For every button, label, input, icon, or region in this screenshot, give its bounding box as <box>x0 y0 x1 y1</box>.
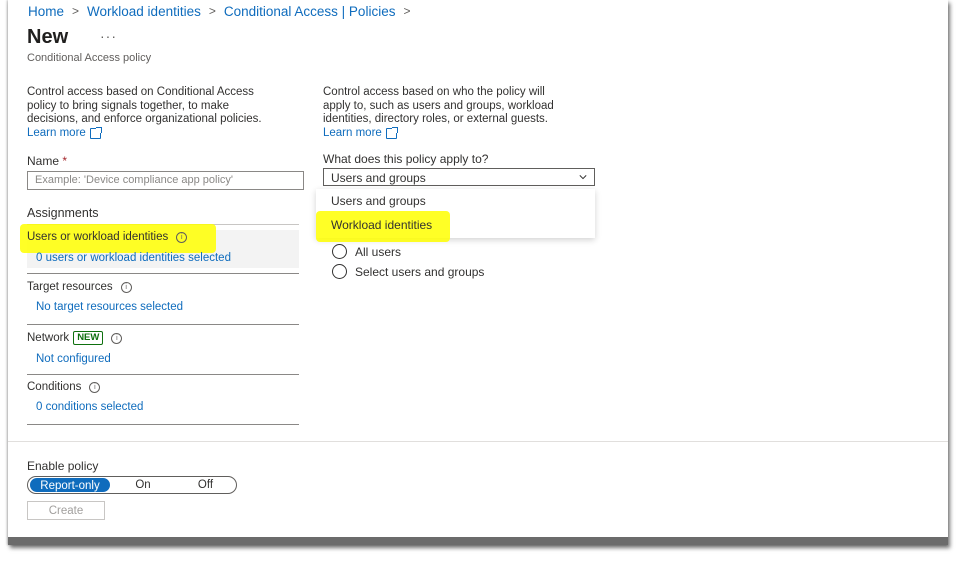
toggle-on[interactable]: On <box>118 477 168 493</box>
divider <box>27 324 299 325</box>
breadcrumb-home[interactable]: Home <box>28 4 64 19</box>
chevron-down-icon <box>579 175 587 180</box>
create-button[interactable]: Create <box>27 501 105 520</box>
description-line: apply to, such as users and groups, work… <box>323 99 554 112</box>
assignment-users-value-row: 0 users or workload identities selected <box>27 252 299 264</box>
info-icon[interactable]: i <box>89 381 101 393</box>
window: Home > Workload identities > Conditional… <box>8 0 948 545</box>
learn-more-label: Learn more <box>323 126 382 139</box>
required-mark: * <box>62 154 68 168</box>
radio-select-users-groups[interactable]: Select users and groups <box>332 264 484 279</box>
description-line: Control access based on who the policy w… <box>323 86 545 98</box>
footer-divider <box>8 441 948 442</box>
radio-all-users[interactable]: All users <box>332 244 401 259</box>
toggle-off[interactable]: Off <box>178 477 233 493</box>
apply-to-label: What does this policy apply to? <box>323 152 489 166</box>
taskbar-strip <box>8 537 948 545</box>
breadcrumb-policies[interactable]: Conditional Access | Policies <box>224 4 396 19</box>
chevron-right-icon: > <box>72 4 80 18</box>
radio-label: All users <box>355 244 402 259</box>
external-link-icon <box>385 126 398 139</box>
description-line: Control access based on Conditional Acce… <box>27 86 254 98</box>
learn-more-label: Learn more <box>27 126 86 139</box>
option-users-and-groups[interactable]: Users and groups <box>316 189 595 213</box>
assignment-label-text: Conditions <box>27 381 82 393</box>
toggle-report-only[interactable]: Report-only <box>29 477 111 493</box>
chevron-right-icon: > <box>403 4 411 18</box>
assignments-title: Assignments <box>27 206 99 220</box>
new-badge: NEW <box>73 331 104 345</box>
description-line: identities, directory roles, or external… <box>323 113 548 125</box>
page-title: New <box>27 26 69 48</box>
assignment-network[interactable]: Network NEW i Not configured <box>27 331 299 365</box>
learn-more-link[interactable]: Learn more <box>323 126 398 141</box>
assignment-users[interactable]: Users or workload identities i <box>27 231 299 243</box>
assignment-label-text: Users or workload identities <box>27 231 169 243</box>
enable-policy-toggle: Report-only On Off <box>27 476 237 494</box>
assignment-value-link[interactable]: 0 conditions selected <box>36 401 299 413</box>
option-workload-identities[interactable]: Workload identities <box>316 213 595 237</box>
assignment-value-link[interactable]: No target resources selected <box>36 301 299 313</box>
assignment-value-link[interactable]: 0 users or workload identities selected <box>36 252 299 264</box>
left-description: Control access based on Conditional Acce… <box>27 86 262 140</box>
chevron-right-icon: > <box>208 4 216 18</box>
assignment-value-link[interactable]: Not configured <box>36 353 299 365</box>
more-options-icon[interactable]: ··· <box>100 28 117 44</box>
info-icon[interactable]: i <box>120 281 132 293</box>
divider <box>27 273 299 274</box>
breadcrumb: Home > Workload identities > Conditional… <box>28 4 418 19</box>
assignment-label-text: Network <box>27 332 70 344</box>
info-icon[interactable]: i <box>111 332 123 344</box>
info-icon[interactable]: i <box>176 231 188 243</box>
external-link-icon <box>89 126 102 139</box>
assignment-label: Target resources i <box>27 281 299 293</box>
divider <box>27 374 299 375</box>
assignment-conditions[interactable]: Conditions i 0 conditions selected <box>27 381 299 413</box>
name-input[interactable] <box>27 171 304 190</box>
radio-circle <box>332 244 347 259</box>
assignment-label: Users or workload identities i <box>27 231 299 243</box>
page-subtitle: Conditional Access policy <box>27 52 152 64</box>
learn-more-link[interactable]: Learn more <box>27 126 102 141</box>
description-line: policy to bring signals together, to mak… <box>27 99 230 112</box>
radio-label: Select users and groups <box>355 264 485 279</box>
description-line: decisions, and enforce organizational po… <box>27 113 262 125</box>
enable-policy-label: Enable policy <box>27 459 99 473</box>
dropdown-selected-value: Users and groups <box>331 171 426 185</box>
assignment-target-resources[interactable]: Target resources i No target resources s… <box>27 281 299 313</box>
radio-circle <box>332 264 347 279</box>
name-label: Name * <box>27 154 67 168</box>
apply-to-dropdown[interactable]: Users and groups <box>323 168 595 186</box>
assignment-label: Conditions i <box>27 381 299 393</box>
right-description: Control access based on who the policy w… <box>323 86 554 140</box>
breadcrumb-workload-identities[interactable]: Workload identities <box>87 4 201 19</box>
assignment-label-text: Target resources <box>27 281 113 293</box>
name-label-text: Name <box>27 154 60 168</box>
divider <box>27 424 299 425</box>
assignment-label: Network NEW i <box>27 331 299 345</box>
